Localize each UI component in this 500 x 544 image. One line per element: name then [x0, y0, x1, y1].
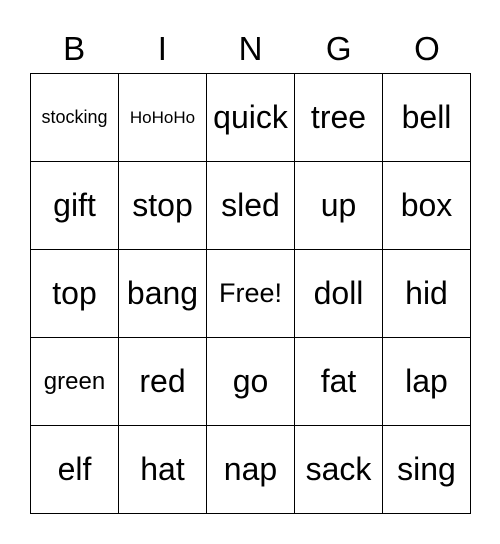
- bingo-cell[interactable]: up: [295, 162, 383, 250]
- bingo-cell[interactable]: HoHoHo: [119, 74, 207, 162]
- bingo-cell[interactable]: red: [119, 338, 207, 426]
- bingo-cell[interactable]: gift: [31, 162, 119, 250]
- header-letter-o: O: [414, 30, 440, 67]
- bingo-cell[interactable]: stocking: [31, 74, 119, 162]
- bingo-cell[interactable]: stop: [119, 162, 207, 250]
- bingo-cell[interactable]: green: [31, 338, 119, 426]
- free-space-cell[interactable]: Free!: [207, 250, 295, 338]
- bingo-cell[interactable]: sack: [295, 426, 383, 514]
- bingo-cell[interactable]: doll: [295, 250, 383, 338]
- bingo-cell[interactable]: bang: [119, 250, 207, 338]
- bingo-cell[interactable]: sled: [207, 162, 295, 250]
- header-letter-g: G: [325, 30, 352, 67]
- header-letter-n: N: [238, 30, 263, 67]
- header-letter-b: B: [63, 30, 86, 67]
- bingo-cell[interactable]: bell: [383, 74, 471, 162]
- bingo-cell[interactable]: nap: [207, 426, 295, 514]
- bingo-cell[interactable]: fat: [295, 338, 383, 426]
- bingo-cell[interactable]: lap: [383, 338, 471, 426]
- bingo-header: B I N G O: [30, 28, 471, 70]
- bingo-grid: stocking HoHoHo quick tree bell gift stop sled u…: [30, 73, 471, 514]
- header-letter-i: I: [157, 30, 167, 67]
- bingo-cell[interactable]: quick: [207, 74, 295, 162]
- bingo-cell[interactable]: tree: [295, 74, 383, 162]
- bingo-cell[interactable]: box: [383, 162, 471, 250]
- bingo-cell[interactable]: go: [207, 338, 295, 426]
- bingo-cell[interactable]: hat: [119, 426, 207, 514]
- bingo-cell[interactable]: top: [31, 250, 119, 338]
- bingo-cell[interactable]: sing: [383, 426, 471, 514]
- bingo-cell[interactable]: hid: [383, 250, 471, 338]
- bingo-cell[interactable]: elf: [31, 426, 119, 514]
